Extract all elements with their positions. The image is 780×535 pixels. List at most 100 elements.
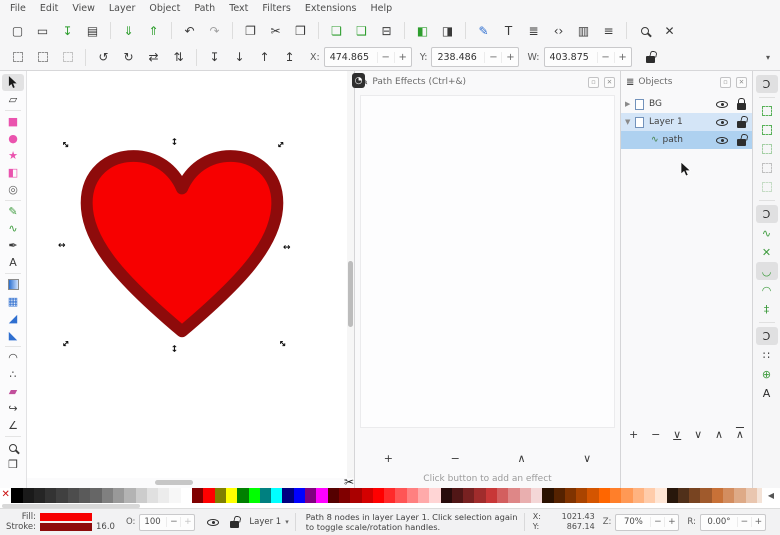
- palette-swatch[interactable]: [621, 488, 632, 503]
- snap-text-baseline-icon[interactable]: A: [756, 384, 778, 402]
- palette-swatch[interactable]: [249, 488, 260, 503]
- palette-swatch[interactable]: [124, 488, 135, 503]
- zoom-minus-button[interactable]: −: [650, 517, 664, 527]
- deselect-icon[interactable]: [55, 46, 80, 68]
- snap-bounding-box-icon[interactable]: [756, 102, 778, 120]
- remove-effect-button[interactable]: −: [445, 451, 466, 466]
- canvas[interactable]: ↔ ↔ ↔ ↔ ↔ ↔ ↔ ↔ ◔: [27, 71, 354, 478]
- rotation-plus-button[interactable]: +: [751, 517, 765, 527]
- palette-swatch[interactable]: [11, 488, 22, 503]
- palette-swatch[interactable]: [113, 488, 124, 503]
- connector-tool[interactable]: ↪: [2, 400, 24, 417]
- lower-to-bottom-icon[interactable]: ↧: [202, 46, 227, 68]
- paint-bucket-tool[interactable]: ◣: [2, 327, 24, 344]
- palette-swatch[interactable]: [282, 488, 293, 503]
- canvas-vertical-scrollbar[interactable]: [347, 71, 354, 478]
- palette-swatch[interactable]: [316, 488, 327, 503]
- lower-to-bottom-button[interactable]: ∨: [667, 427, 687, 442]
- palette-swatch[interactable]: [362, 488, 373, 503]
- measure-tool[interactable]: ∠: [2, 417, 24, 434]
- text-dialog-icon[interactable]: T: [496, 20, 521, 42]
- palette-swatch[interactable]: [587, 488, 598, 503]
- node-tool[interactable]: ▱: [2, 91, 24, 108]
- zoom-field[interactable]: 70% − +: [615, 514, 679, 531]
- palette-swatch[interactable]: [237, 488, 248, 503]
- layer-row-layer1[interactable]: ▼Layer 1: [621, 113, 752, 131]
- lock-aspect-ratio-icon[interactable]: [646, 56, 655, 63]
- flip-vertical-icon[interactable]: ⇅: [166, 46, 191, 68]
- x-minus-button[interactable]: −: [377, 52, 394, 63]
- preferences-icon[interactable]: ✕: [657, 20, 682, 42]
- raise-to-top-icon[interactable]: ↥: [277, 46, 302, 68]
- palette-swatch[interactable]: [136, 488, 147, 503]
- visibility-eye-icon[interactable]: [716, 119, 728, 126]
- w-field[interactable]: 403.875 − +: [544, 47, 632, 67]
- palette-swatch[interactable]: [384, 488, 395, 503]
- w-field-value[interactable]: 403.875: [545, 52, 597, 63]
- snap-intersections-icon[interactable]: ✕: [756, 243, 778, 261]
- snap-bbox-centers-icon[interactable]: [756, 178, 778, 196]
- add-effect-button[interactable]: +: [378, 451, 399, 466]
- export-icon[interactable]: ⇑: [141, 20, 166, 42]
- palette-swatch[interactable]: [226, 488, 237, 503]
- palette-swatch[interactable]: [712, 488, 723, 503]
- zoom-plus-button[interactable]: +: [664, 517, 678, 527]
- menu-layer[interactable]: Layer: [102, 2, 143, 15]
- zoom-value[interactable]: 70%: [616, 517, 650, 527]
- heart-shape[interactable]: [87, 156, 278, 331]
- pencil-tool[interactable]: ✎: [2, 203, 24, 220]
- menu-help[interactable]: Help: [363, 2, 399, 15]
- scale-handle-nw[interactable]: ↔: [59, 140, 71, 152]
- ungroup-icon[interactable]: ◨: [435, 20, 460, 42]
- rectangle-tool[interactable]: ■: [2, 113, 24, 130]
- palette-swatch[interactable]: [655, 488, 666, 503]
- copy-icon[interactable]: ❐: [238, 20, 263, 42]
- palette-swatch[interactable]: [610, 488, 621, 503]
- palette-swatch[interactable]: [554, 488, 565, 503]
- select-all-layers-icon[interactable]: [30, 46, 55, 68]
- opacity-minus-button[interactable]: −: [166, 517, 180, 527]
- vertical-scrollbar-handle[interactable]: [348, 261, 353, 327]
- palette-swatch[interactable]: [339, 488, 350, 503]
- unlocked-icon[interactable]: [737, 139, 746, 146]
- lower-object-button[interactable]: ∨: [688, 427, 708, 442]
- raise-icon[interactable]: ↑: [252, 46, 277, 68]
- palette-swatch[interactable]: [260, 488, 271, 503]
- palette-swatch[interactable]: [746, 488, 757, 503]
- path-effects-list[interactable]: [360, 95, 615, 428]
- w-plus-button[interactable]: +: [614, 52, 631, 63]
- toolbar-overflow-icon[interactable]: ▾: [766, 53, 770, 62]
- fill-stroke-dialog-icon[interactable]: ✎: [471, 20, 496, 42]
- palette-scroll-left-icon[interactable]: ◀: [762, 488, 780, 503]
- horizontal-scrollbar-handle[interactable]: [155, 480, 193, 485]
- palette-swatch[interactable]: [56, 488, 67, 503]
- palette-swatch[interactable]: [633, 488, 644, 503]
- palette-swatch[interactable]: [271, 488, 282, 503]
- palette-swatch[interactable]: [599, 488, 610, 503]
- import-icon[interactable]: ⇓: [116, 20, 141, 42]
- locked-icon[interactable]: [737, 103, 746, 110]
- object-row-path[interactable]: ∿path: [621, 131, 752, 149]
- find-icon[interactable]: [632, 20, 657, 42]
- rotate-ccw-icon[interactable]: ↺: [91, 46, 116, 68]
- tree-caret-icon[interactable]: ▶: [625, 100, 635, 108]
- canvas-corner-icon[interactable]: ◔: [352, 73, 365, 88]
- layers-dialog-icon[interactable]: ≣: [521, 20, 546, 42]
- palette-swatch[interactable]: [147, 488, 158, 503]
- selector-tool[interactable]: [2, 74, 24, 91]
- zoom-tool[interactable]: [2, 439, 24, 456]
- layer-selector-value[interactable]: Layer 1: [249, 517, 281, 527]
- w-minus-button[interactable]: −: [597, 52, 614, 63]
- dropper-tool[interactable]: ◢: [2, 310, 24, 327]
- layer-row-bg[interactable]: ▶BG: [621, 95, 752, 113]
- box3d-tool[interactable]: ◧: [2, 164, 24, 181]
- star-tool[interactable]: ★: [2, 147, 24, 164]
- palette-swatch[interactable]: [463, 488, 474, 503]
- save-icon[interactable]: ↧: [55, 20, 80, 42]
- menu-text[interactable]: Text: [222, 2, 255, 15]
- palette-swatch[interactable]: [158, 488, 169, 503]
- palette-swatch[interactable]: [667, 488, 678, 503]
- mesh-gradient-tool[interactable]: ▦: [2, 293, 24, 310]
- lower-icon[interactable]: ↓: [227, 46, 252, 68]
- menu-edit[interactable]: Edit: [33, 2, 65, 15]
